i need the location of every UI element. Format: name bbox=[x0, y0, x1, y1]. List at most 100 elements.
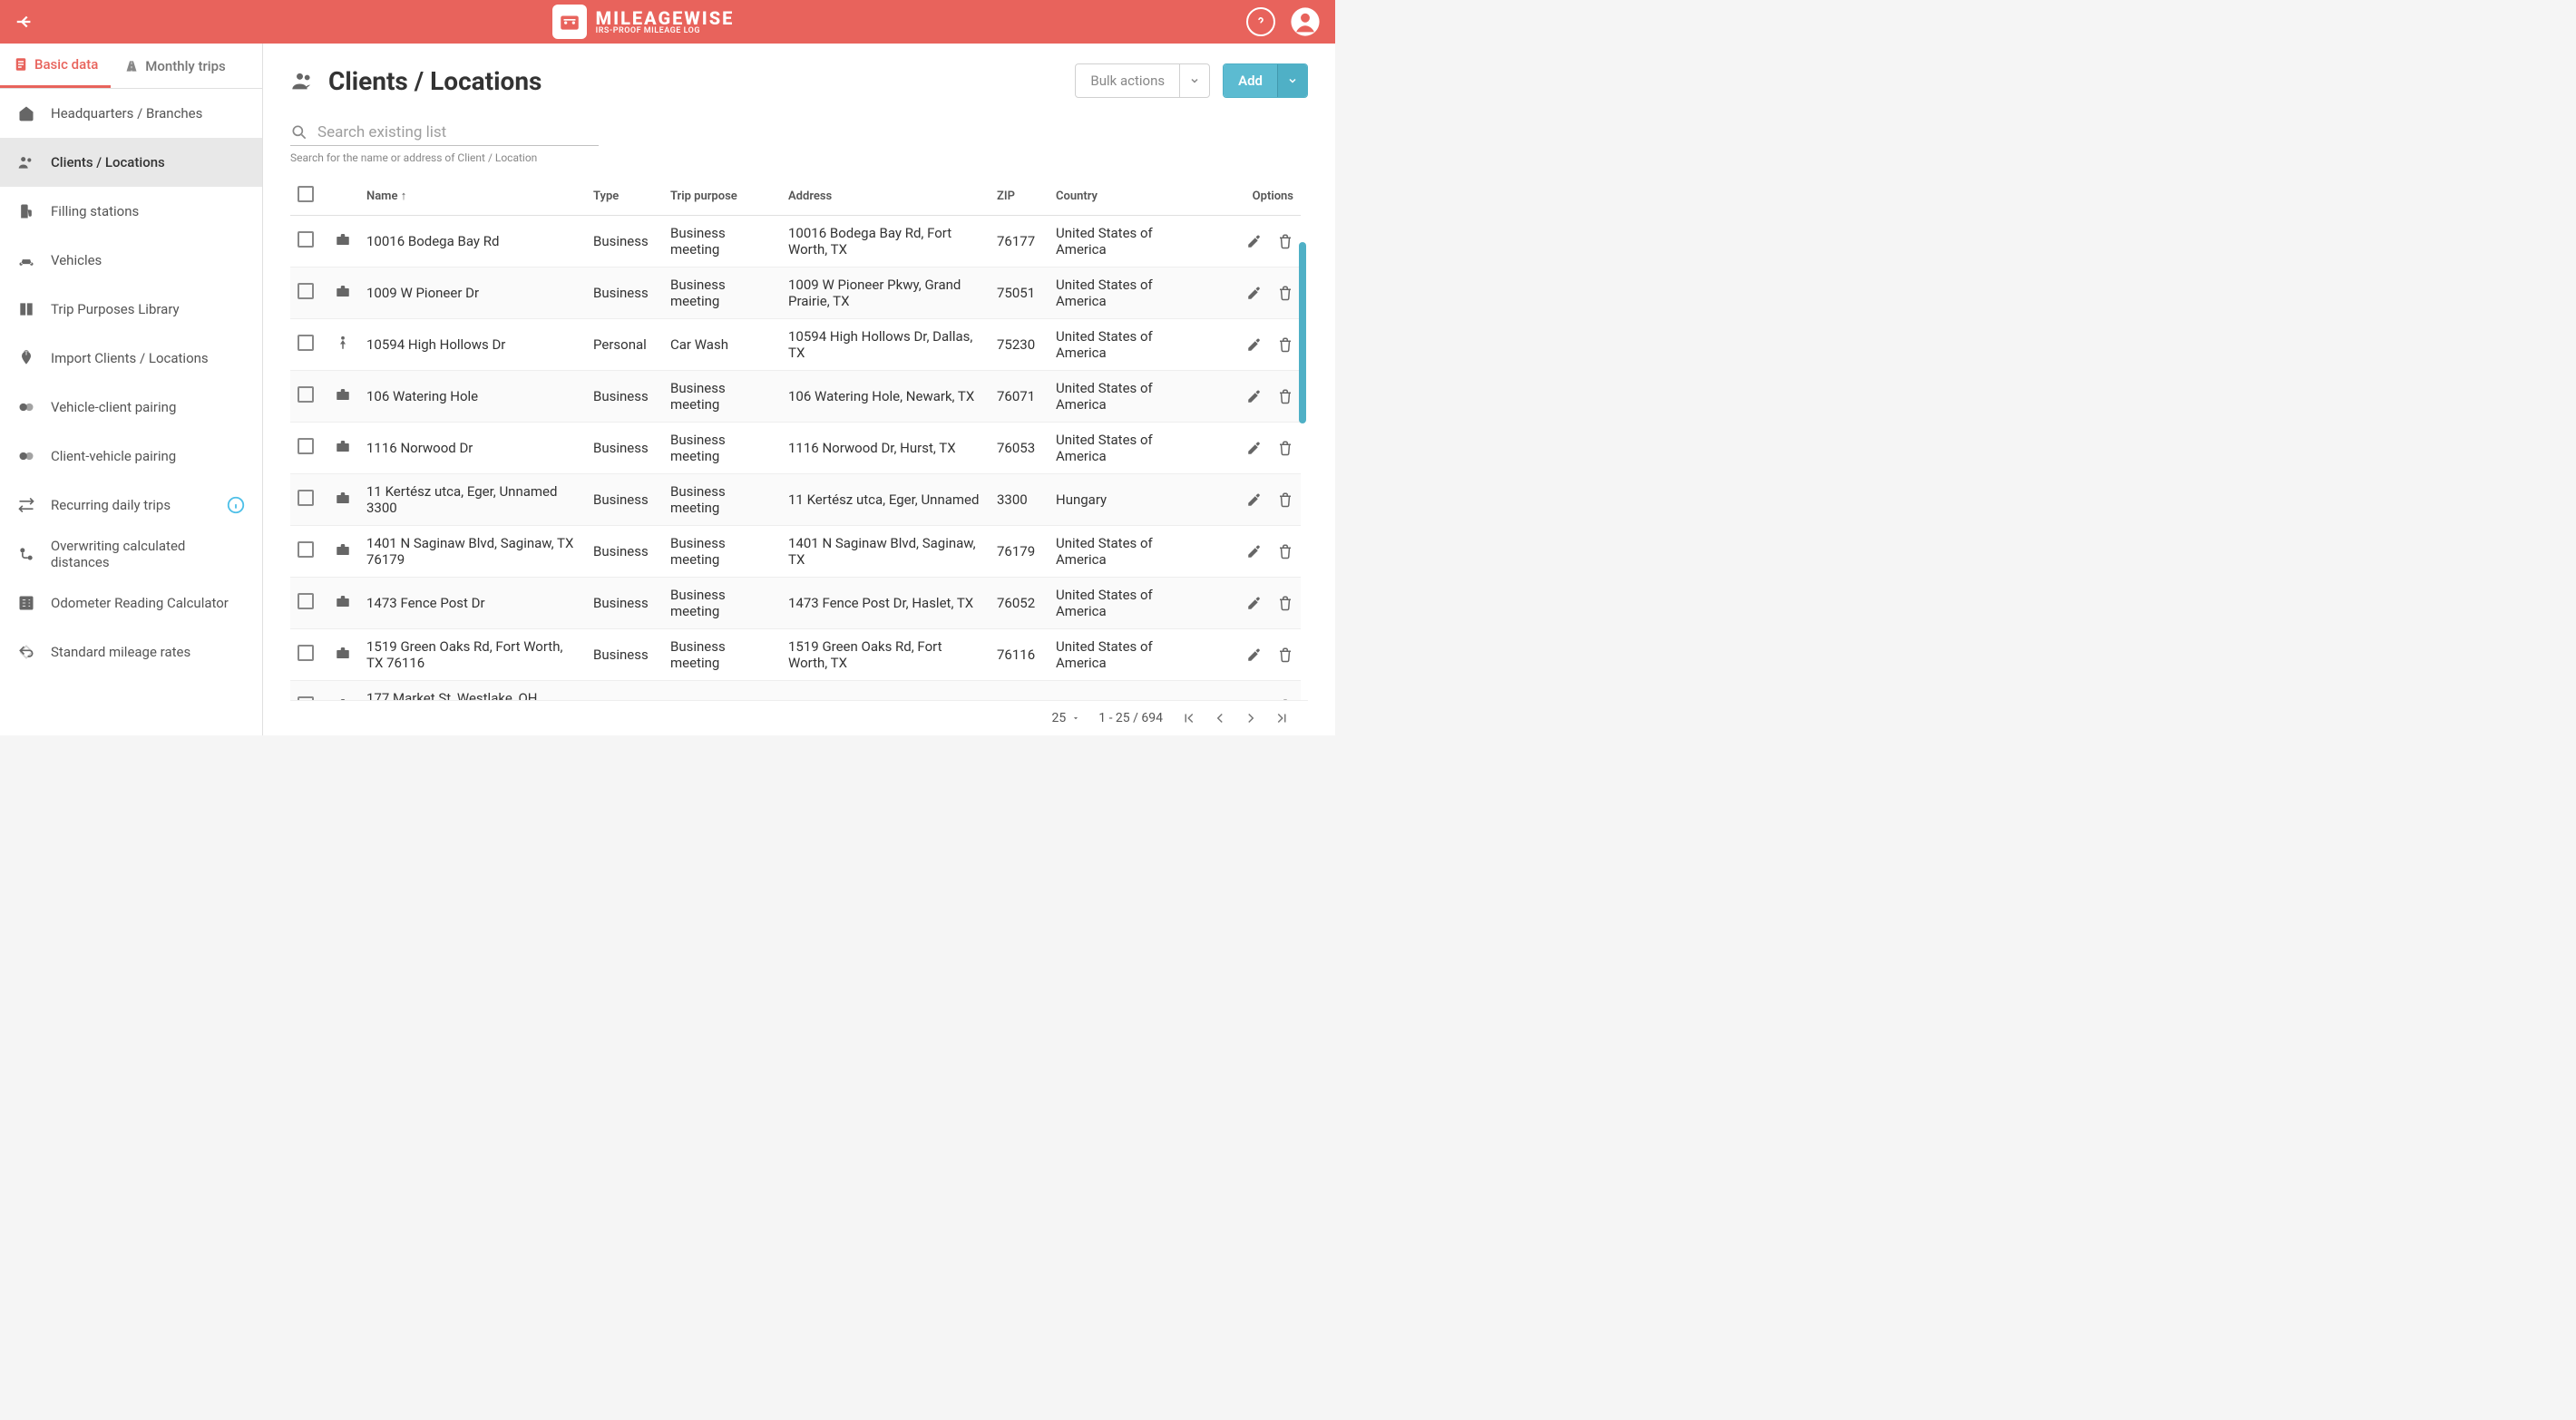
nav-icon bbox=[16, 643, 36, 661]
edit-button[interactable] bbox=[1246, 233, 1263, 249]
cell-zip: 76052 bbox=[990, 578, 1049, 629]
prev-page-button[interactable] bbox=[1212, 710, 1228, 726]
next-page-button[interactable] bbox=[1243, 710, 1259, 726]
edit-button[interactable] bbox=[1246, 543, 1263, 559]
cell-type: Personal bbox=[586, 319, 663, 371]
search-box[interactable] bbox=[290, 123, 599, 146]
nav-label: Vehicles bbox=[51, 252, 102, 268]
edit-button[interactable] bbox=[1246, 285, 1263, 301]
cell-purpose: Car Wash bbox=[663, 319, 781, 371]
cell-zip: 76177 bbox=[990, 216, 1049, 267]
cell-address: 10016 Bodega Bay Rd, Fort Worth, TX bbox=[781, 216, 990, 267]
select-all-checkbox[interactable] bbox=[298, 186, 314, 202]
delete-button[interactable] bbox=[1277, 388, 1293, 404]
tab-monthly-trips[interactable]: Monthly trips bbox=[111, 44, 238, 88]
briefcase-icon bbox=[334, 386, 352, 403]
help-button[interactable] bbox=[1246, 7, 1275, 36]
edit-button[interactable] bbox=[1246, 440, 1263, 456]
back-button[interactable] bbox=[15, 12, 40, 32]
col-zip[interactable]: ZIP bbox=[990, 177, 1049, 216]
row-checkbox[interactable] bbox=[298, 645, 314, 661]
row-checkbox[interactable] bbox=[298, 231, 314, 248]
row-checkbox[interactable] bbox=[298, 490, 314, 506]
delete-button[interactable] bbox=[1277, 491, 1293, 508]
col-address[interactable]: Address bbox=[781, 177, 990, 216]
bulk-actions-button[interactable]: Bulk actions bbox=[1075, 63, 1210, 98]
last-page-button[interactable] bbox=[1273, 710, 1290, 726]
add-button[interactable]: Add bbox=[1223, 63, 1308, 98]
cell-purpose: Business meeting bbox=[663, 629, 781, 681]
row-checkbox[interactable] bbox=[298, 541, 314, 558]
briefcase-icon bbox=[334, 438, 352, 454]
pencil-icon bbox=[1246, 233, 1263, 249]
row-checkbox[interactable] bbox=[298, 335, 314, 351]
briefcase-icon bbox=[334, 283, 352, 299]
topbar: MILEAGEWISE IRS-PROOF MILEAGE LOG bbox=[0, 0, 1335, 44]
delete-button[interactable] bbox=[1277, 336, 1293, 353]
sidebar-item-9[interactable]: Overwriting calculated distances bbox=[0, 530, 262, 579]
col-purpose[interactable]: Trip purpose bbox=[663, 177, 781, 216]
delete-button[interactable] bbox=[1277, 543, 1293, 559]
edit-button[interactable] bbox=[1246, 647, 1263, 663]
sidebar-item-3[interactable]: Vehicles bbox=[0, 236, 262, 285]
sidebar-item-6[interactable]: Vehicle-client pairing bbox=[0, 383, 262, 432]
scrollbar[interactable] bbox=[1299, 242, 1306, 423]
cell-purpose: Business meeting bbox=[663, 474, 781, 526]
col-type[interactable]: Type bbox=[586, 177, 663, 216]
table-row: 106 Watering HoleBusinessBusiness meetin… bbox=[290, 371, 1301, 423]
cell-type: Business bbox=[586, 216, 663, 267]
col-country[interactable]: Country bbox=[1049, 177, 1185, 216]
row-checkbox[interactable] bbox=[298, 696, 314, 700]
page-size-select[interactable]: 25 bbox=[1052, 711, 1081, 725]
cell-name: 11 Kertész utca, Eger, Unnamed 3300 bbox=[359, 474, 586, 526]
sidebar-item-4[interactable]: Trip Purposes Library bbox=[0, 285, 262, 334]
sidebar-item-2[interactable]: Filling stations bbox=[0, 187, 262, 236]
edit-button[interactable] bbox=[1246, 698, 1263, 700]
briefcase-icon bbox=[334, 490, 352, 506]
cell-name: 10016 Bodega Bay Rd bbox=[359, 216, 586, 267]
delete-button[interactable] bbox=[1277, 233, 1293, 249]
sidebar-item-8[interactable]: Recurring daily trips bbox=[0, 481, 262, 530]
clients-table: Name ↑ Type Trip purpose Address ZIP Cou… bbox=[290, 177, 1301, 700]
delete-button[interactable] bbox=[1277, 285, 1293, 301]
delete-button[interactable] bbox=[1277, 698, 1293, 700]
nav-label: Import Clients / Locations bbox=[51, 350, 209, 366]
search-input[interactable] bbox=[317, 123, 599, 141]
cell-name: 1473 Fence Post Dr bbox=[359, 578, 586, 629]
sidebar-item-11[interactable]: Standard mileage rates bbox=[0, 627, 262, 676]
cell-address: 1519 Green Oaks Rd, Fort Worth, TX bbox=[781, 629, 990, 681]
sidebar-item-1[interactable]: Clients / Locations bbox=[0, 138, 262, 187]
help-icon bbox=[1254, 15, 1268, 29]
trash-icon bbox=[1277, 233, 1293, 249]
cell-type: Business bbox=[586, 526, 663, 578]
add-caret[interactable] bbox=[1277, 64, 1307, 97]
cell-name: 1009 W Pioneer Dr bbox=[359, 267, 586, 319]
edit-button[interactable] bbox=[1246, 388, 1263, 404]
info-icon[interactable] bbox=[226, 495, 246, 515]
row-checkbox[interactable] bbox=[298, 438, 314, 454]
sidebar-item-7[interactable]: Client-vehicle pairing bbox=[0, 432, 262, 481]
sidebar-item-10[interactable]: Odometer Reading Calculator bbox=[0, 579, 262, 627]
tab-basic-data[interactable]: Basic data bbox=[0, 44, 111, 88]
sidebar-item-0[interactable]: Headquarters / Branches bbox=[0, 89, 262, 138]
delete-button[interactable] bbox=[1277, 595, 1293, 611]
sidebar-item-5[interactable]: Import Clients / Locations bbox=[0, 334, 262, 383]
cell-country: United States of America bbox=[1049, 629, 1185, 681]
main: Clients / Locations Bulk actions Add Sea… bbox=[263, 44, 1335, 735]
table-row: 1009 W Pioneer DrBusinessBusiness meetin… bbox=[290, 267, 1301, 319]
row-checkbox[interactable] bbox=[298, 593, 314, 609]
bulk-actions-caret[interactable] bbox=[1179, 64, 1209, 97]
tab-monthly-trips-label: Monthly trips bbox=[145, 58, 225, 74]
row-checkbox[interactable] bbox=[298, 386, 314, 403]
cell-purpose: Business meeting bbox=[663, 216, 781, 267]
edit-button[interactable] bbox=[1246, 595, 1263, 611]
edit-button[interactable] bbox=[1246, 336, 1263, 353]
delete-button[interactable] bbox=[1277, 440, 1293, 456]
delete-button[interactable] bbox=[1277, 647, 1293, 663]
first-page-button[interactable] bbox=[1181, 710, 1197, 726]
row-checkbox[interactable] bbox=[298, 283, 314, 299]
account-button[interactable] bbox=[1290, 6, 1321, 37]
col-name[interactable]: Name bbox=[366, 190, 397, 203]
cell-name: 1401 N Saginaw Blvd, Saginaw, TX 76179 bbox=[359, 526, 586, 578]
edit-button[interactable] bbox=[1246, 491, 1263, 508]
